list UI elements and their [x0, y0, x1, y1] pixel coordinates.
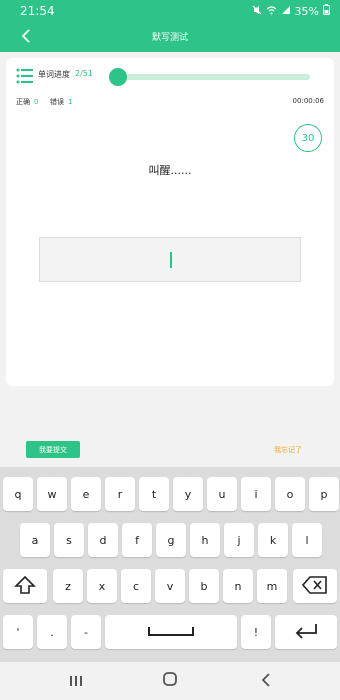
app-bar: 默写测试 [0, 22, 340, 52]
key-o[interactable]: o [275, 477, 305, 511]
elapsed-timer: 00:00:06 [292, 97, 324, 105]
key-s[interactable]: s [54, 523, 84, 557]
key-y[interactable]: y [173, 477, 203, 511]
enter-key[interactable] [275, 615, 337, 649]
home-button[interactable] [160, 672, 180, 690]
recent-apps-icon [69, 672, 83, 691]
submit-button[interactable]: 我要提交 [26, 441, 80, 458]
correct-value: 0 [34, 98, 39, 106]
progress-count: 2/51 [75, 69, 93, 78]
key-k[interactable]: k [258, 523, 288, 557]
countdown-badge: 30 [294, 124, 322, 152]
status-time: 21:54 [20, 4, 55, 18]
wifi-icon [266, 5, 277, 18]
key-g[interactable]: g [156, 523, 186, 557]
key-m[interactable]: m [257, 569, 287, 603]
key-n[interactable]: n [223, 569, 253, 603]
key-f[interactable]: f [122, 523, 152, 557]
key-x[interactable]: x [87, 569, 117, 603]
correct-stat: 正确 0 [16, 97, 38, 107]
status-bar: 21:54 35% [0, 0, 340, 22]
enter-icon [293, 622, 319, 643]
wrong-value: 1 [68, 98, 73, 106]
key-b[interactable]: b [189, 569, 219, 603]
key-v[interactable]: v [155, 569, 185, 603]
key-r[interactable]: r [105, 477, 135, 511]
shift-icon [14, 575, 36, 598]
battery-icon [323, 4, 330, 18]
space-key[interactable] [105, 615, 237, 649]
recent-apps-button[interactable] [66, 672, 86, 690]
key-l[interactable]: l [292, 523, 322, 557]
key-h[interactable]: h [190, 523, 220, 557]
signal-icon [281, 5, 291, 18]
home-icon [162, 671, 178, 691]
page-title: 默写测试 [151, 33, 188, 43]
key-p[interactable]: p [309, 477, 339, 511]
backspace-icon [301, 575, 328, 597]
correct-label: 正确 [16, 98, 30, 106]
key-q[interactable]: q [3, 477, 33, 511]
mute-icon [252, 5, 262, 18]
wrong-label: 错误 [50, 98, 64, 106]
progress-track [108, 68, 310, 86]
shift-key[interactable] [3, 569, 47, 603]
system-back-button[interactable] [256, 672, 276, 690]
backspace-key[interactable] [293, 569, 337, 603]
key-c[interactable]: c [121, 569, 151, 603]
key-j[interactable]: j [224, 523, 254, 557]
quiz-card: 单词进度 2/51 正确 0 错误 1 00:00:06 30 叫醒...... [6, 58, 334, 386]
key-t[interactable]: t [139, 477, 169, 511]
key-hyphen[interactable]: - [71, 615, 101, 649]
list-icon[interactable] [16, 68, 34, 84]
chevron-left-icon [261, 672, 271, 691]
answer-input[interactable] [39, 237, 301, 282]
space-icon [147, 625, 195, 640]
key-i[interactable]: i [241, 477, 271, 511]
keyboard: q w e r t y u i o p a s d f g h j k l z … [0, 467, 340, 662]
key-z[interactable]: z [53, 569, 83, 603]
key-exclamation[interactable]: ! [241, 615, 271, 649]
key-u[interactable]: u [207, 477, 237, 511]
system-nav-bar [0, 662, 340, 700]
progress-label: 单词进度 [38, 70, 70, 79]
wrong-stat: 错误 1 [50, 97, 72, 107]
battery-percent: 35% [294, 4, 319, 18]
key-period[interactable]: . [37, 615, 67, 649]
prompt-word: 叫醒...... [148, 164, 192, 177]
key-a[interactable]: a [20, 523, 50, 557]
key-apostrophe[interactable]: ' [3, 615, 33, 649]
key-w[interactable]: w [37, 477, 67, 511]
text-cursor [170, 252, 172, 268]
status-icons: 35% [252, 4, 330, 18]
key-e[interactable]: e [71, 477, 101, 511]
progress-knob[interactable] [108, 68, 127, 86]
key-d[interactable]: d [88, 523, 118, 557]
forgot-link[interactable]: 我忘记了 [274, 445, 302, 455]
